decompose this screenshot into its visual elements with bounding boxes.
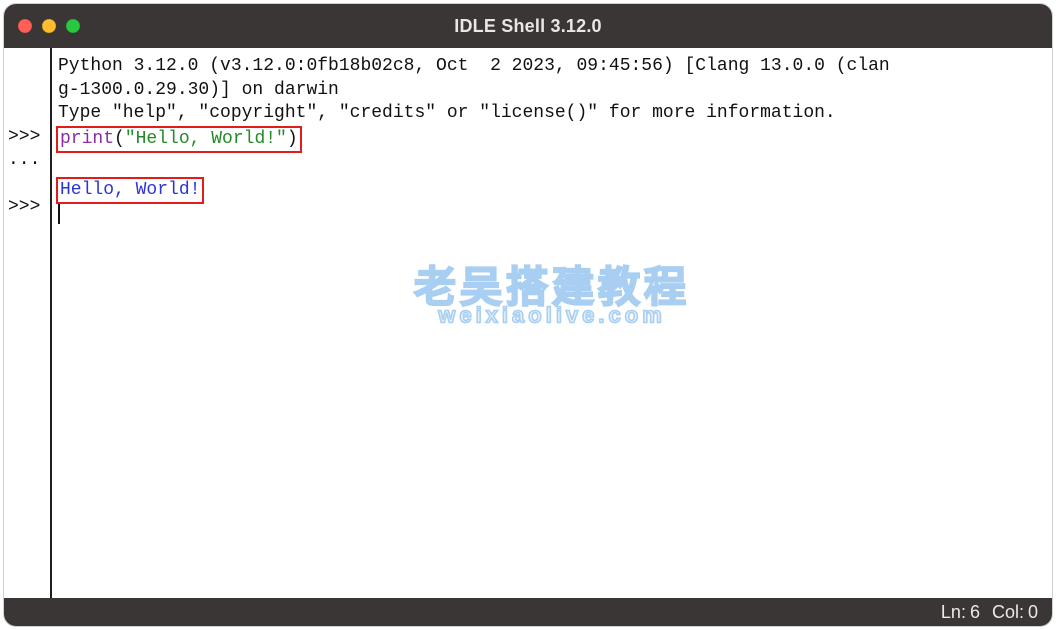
titlebar: IDLE Shell 3.12.0 (4, 4, 1052, 48)
watermark-text-cn: 老吴搭建教程 (414, 276, 690, 300)
output-line: Hello, World! (58, 177, 1046, 205)
text-cursor (58, 204, 60, 224)
paren-open: ( (114, 129, 125, 149)
highlight-box: print("Hello, World!") (56, 126, 302, 154)
watermark: 老吴搭建教程 weixiaolive.com (414, 276, 690, 327)
status-bar: Ln: 6 Col: 0 (4, 598, 1052, 626)
prompt-gutter: >>> ... >>> (4, 48, 52, 598)
idle-window: IDLE Shell 3.12.0 >>> ... >>> Python 3.1… (4, 4, 1052, 626)
gutter-line: >>> (8, 127, 40, 147)
status-col-label: Col: (992, 602, 1024, 623)
input-line: print("Hello, World!") (58, 126, 1046, 154)
banner-line: Python 3.12.0 (v3.12.0:0fb18b02c8, Oct 2… (58, 55, 1046, 79)
continuation-line (58, 153, 1046, 177)
banner-line: Type "help", "copyright", "credits" or "… (58, 102, 1046, 126)
status-ln-label: Ln: (941, 602, 966, 623)
watermark-text-en: weixiaolive.com (414, 303, 690, 327)
prompt-line[interactable] (58, 204, 1046, 230)
status-ln-value: 6 (970, 602, 980, 623)
shell-content[interactable]: Python 3.12.0 (v3.12.0:0fb18b02c8, Oct 2… (52, 48, 1052, 598)
call-name: print (60, 129, 114, 149)
gutter-line: >>> (8, 197, 40, 217)
string-literal: "Hello, World!" (125, 129, 287, 149)
gutter-line: ... (8, 150, 40, 170)
highlight-box: Hello, World! (56, 177, 204, 205)
window-title: IDLE Shell 3.12.0 (4, 16, 1052, 37)
banner-line: g-1300.0.29.30)] on darwin (58, 79, 1046, 103)
shell-editor[interactable]: >>> ... >>> Python 3.12.0 (v3.12.0:0fb18… (4, 48, 1052, 598)
paren-close: ) (287, 129, 298, 149)
status-col-value: 0 (1028, 602, 1038, 623)
